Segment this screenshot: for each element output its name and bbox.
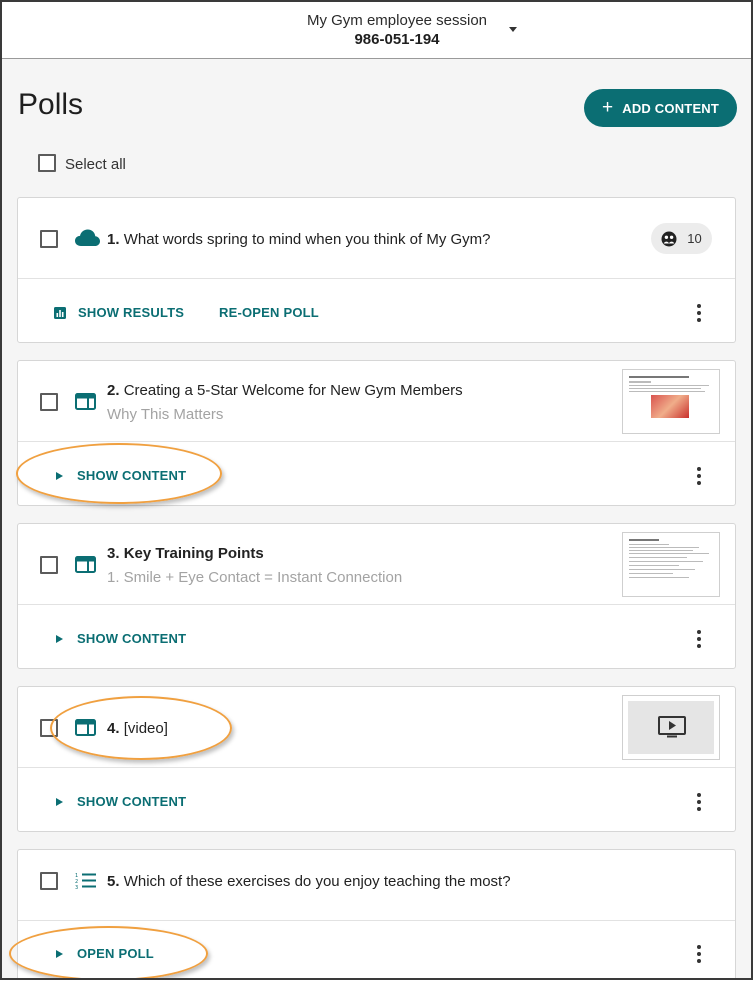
poll-card-5: 1 2 3 5. Which of these exercises do you… [17, 849, 736, 978]
reopen-poll-button[interactable]: RE-OPEN POLL [219, 305, 319, 320]
select-all-label: Select all [65, 156, 126, 173]
item-title[interactable]: 2. Creating a 5-Star Welcome for New Gym… [107, 382, 463, 399]
svg-text:3: 3 [75, 885, 78, 890]
more-options-icon[interactable] [696, 467, 702, 485]
show-content-button[interactable]: SHOW CONTENT [56, 794, 186, 809]
session-name: My Gym employee session [306, 12, 488, 29]
response-count-badge: 10 [651, 223, 712, 254]
app-frame: My Gym employee session 986-051-194 Poll… [0, 0, 753, 980]
item-subtitle: 1. Smile + Eye Contact = Instant Connect… [107, 569, 403, 586]
plus-icon: + [601, 96, 614, 118]
more-options-icon[interactable] [696, 304, 702, 322]
item-title[interactable]: 1. What words spring to mind when you th… [107, 231, 491, 248]
add-content-label: ADD CONTENT [622, 100, 720, 116]
slide-thumbnail [622, 369, 720, 434]
chevron-down-icon[interactable] [509, 27, 517, 32]
show-content-button[interactable]: SHOW CONTENT [56, 468, 186, 483]
show-content-button[interactable]: SHOW CONTENT [56, 631, 186, 646]
item-checkbox[interactable] [40, 230, 58, 248]
session-header[interactable]: My Gym employee session 986-051-194 [2, 2, 751, 59]
item-checkbox[interactable] [40, 872, 58, 890]
poll-card-1: 1. What words spring to mind when you th… [17, 197, 736, 343]
session-code: 986-051-194 [354, 31, 440, 48]
open-poll-button[interactable]: OPEN POLL [56, 946, 154, 961]
more-options-icon[interactable] [696, 793, 702, 811]
expand-triangle-icon [56, 949, 63, 958]
word-cloud-icon [75, 229, 100, 246]
expand-triangle-icon [56, 797, 63, 806]
video-play-icon [658, 716, 686, 738]
content-card-4: 4. [video] SHOW CONTENT [17, 686, 736, 832]
thumbnail-photo [651, 395, 689, 418]
card-divider [18, 604, 735, 605]
response-count: 10 [687, 231, 702, 246]
card-divider [18, 920, 735, 921]
show-results-button[interactable]: SHOW RESULTS [54, 305, 184, 320]
card-divider [18, 767, 735, 768]
card-divider [18, 441, 735, 442]
slide-thumbnail [622, 532, 720, 597]
page-title: Polls [18, 88, 84, 121]
item-checkbox[interactable] [40, 556, 58, 574]
more-options-icon[interactable] [696, 945, 702, 963]
content-card-2: 2. Creating a 5-Star Welcome for New Gym… [17, 360, 736, 506]
item-title[interactable]: 5. Which of these exercises do you enjoy… [107, 873, 511, 890]
expand-triangle-icon [56, 471, 63, 480]
participants-icon [661, 231, 677, 246]
item-subtitle: Why This Matters [107, 406, 224, 423]
slide-content-icon [75, 719, 96, 736]
select-all-checkbox[interactable] [38, 154, 56, 172]
slide-content-icon [75, 556, 96, 573]
card-divider [18, 278, 735, 279]
video-thumbnail [622, 695, 720, 760]
item-title[interactable]: 3. Key Training Points [107, 545, 264, 562]
item-checkbox[interactable] [40, 393, 58, 411]
more-options-icon[interactable] [696, 630, 702, 648]
add-content-button[interactable]: + ADD CONTENT [584, 89, 737, 127]
content-card-3: 3. Key Training Points 1. Smile + Eye Co… [17, 523, 736, 669]
item-checkbox[interactable] [40, 719, 58, 737]
bar-chart-icon [54, 306, 66, 319]
slide-content-icon [75, 393, 96, 410]
ranking-list-icon: 1 2 3 [75, 873, 96, 890]
expand-triangle-icon [56, 634, 63, 643]
item-title[interactable]: 4. [video] [107, 720, 168, 737]
